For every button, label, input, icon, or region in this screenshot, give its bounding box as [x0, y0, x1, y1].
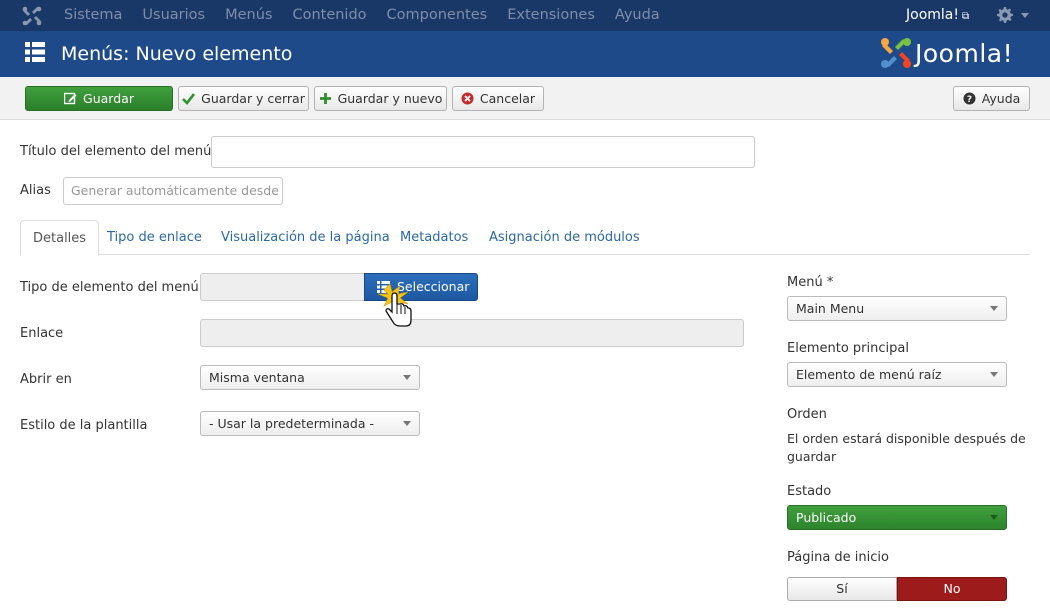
tab-metadatos[interactable]: Metadatos: [400, 220, 468, 256]
menu-item-menus[interactable]: Menús: [215, 0, 282, 31]
parent-item-label: Elemento principal: [787, 341, 909, 356]
menu-select[interactable]: Main Menu: [787, 296, 1007, 321]
menu-item-sistema[interactable]: Sistema: [54, 0, 132, 31]
menu-item-contenido[interactable]: Contenido: [282, 0, 376, 31]
tab-bar: Detalles Tipo de enlace Visualización de…: [20, 220, 1030, 256]
alias-label: Alias: [20, 183, 51, 198]
parent-item-select[interactable]: Elemento de menú raíz: [787, 362, 1007, 387]
page-title: Menús: Nuevo elemento: [61, 43, 293, 65]
order-note: El orden estará disponible después de gu…: [787, 431, 1026, 464]
menu-item-type-label: Tipo de elemento del menú *: [20, 280, 210, 295]
home-no-button[interactable]: No: [897, 577, 1007, 601]
alias-input[interactable]: Generar automáticamente desde el título: [63, 177, 283, 205]
open-in-label: Abrir en: [20, 372, 72, 387]
save-button[interactable]: Guardar: [25, 86, 173, 111]
top-menu: Sistema Usuarios Menús Contenido Compone…: [54, 0, 670, 31]
cancel-button[interactable]: Cancelar: [452, 86, 544, 111]
menu-item-type-field: [200, 273, 365, 301]
parent-item-value: Elemento de menú raíz: [796, 367, 942, 382]
svg-text:?: ?: [967, 95, 972, 105]
cancel-label: Cancelar: [479, 91, 536, 106]
question-icon: ?: [963, 92, 976, 105]
home-page-label: Página de inicio: [787, 550, 889, 565]
chevron-down-icon[interactable]: [1021, 13, 1029, 18]
help-label: Ayuda: [981, 91, 1021, 106]
cancel-icon: [461, 92, 474, 105]
tab-visualizacion[interactable]: Visualización de la página: [221, 220, 390, 256]
site-link-label: Joomla!: [906, 7, 959, 23]
template-style-label: Estilo de la plantilla: [20, 418, 148, 433]
external-link-icon: ⧉: [961, 11, 970, 22]
chevron-down-icon: [990, 515, 998, 520]
save-new-button[interactable]: Guardar y nuevo: [314, 86, 447, 111]
hand-cursor-icon: [377, 283, 412, 327]
home-yes-button[interactable]: Sí: [787, 577, 897, 601]
chevron-down-icon: [990, 306, 998, 311]
toolbar: Guardar Guardar y cerrar Guardar y nuevo…: [0, 77, 1050, 120]
status-label: Estado: [787, 484, 832, 499]
open-in-select[interactable]: Misma ventana: [200, 365, 420, 390]
save-close-button[interactable]: Guardar y cerrar: [178, 86, 309, 111]
chevron-down-icon: [990, 372, 998, 377]
site-link[interactable]: Joomla! ⧉: [906, 0, 969, 32]
joomla-brand: Joomla!: [880, 35, 1013, 71]
status-select[interactable]: Publicado: [787, 505, 1007, 530]
chevron-down-icon: [403, 375, 411, 380]
tab-asignacion-modulos[interactable]: Asignación de módulos: [489, 220, 640, 256]
tab-detalles[interactable]: Detalles: [20, 220, 100, 256]
menu-item-componentes[interactable]: Componentes: [377, 0, 498, 31]
help-button[interactable]: ? Ayuda: [953, 86, 1030, 111]
menu-value: Main Menu: [796, 301, 865, 316]
order-label: Orden: [787, 407, 827, 422]
menu-item-ayuda[interactable]: Ayuda: [605, 0, 670, 31]
title-label: Título del elemento del menú *: [20, 144, 223, 159]
plus-icon: [319, 93, 331, 104]
joomla-wordmark: Joomla!: [915, 38, 1014, 68]
gear-icon[interactable]: [997, 7, 1013, 23]
open-in-value: Misma ventana: [209, 370, 305, 385]
menu-label: Menú *: [787, 275, 834, 290]
check-icon: [182, 93, 196, 105]
menu-item-usuarios[interactable]: Usuarios: [132, 0, 215, 31]
list-icon: [25, 42, 45, 62]
save-close-label: Guardar y cerrar: [201, 91, 305, 106]
save-new-label: Guardar y nuevo: [337, 91, 443, 106]
template-style-select[interactable]: - Usar la predeterminada -: [200, 411, 420, 436]
link-label: Enlace: [20, 326, 64, 341]
menu-item-extensiones[interactable]: Extensiones: [497, 0, 605, 31]
edit-icon: [64, 92, 77, 105]
joomla-logo-icon[interactable]: [22, 6, 42, 26]
tab-tipo-de-enlace[interactable]: Tipo de enlace: [107, 220, 202, 256]
template-style-value: - Usar la predeterminada -: [209, 416, 374, 431]
save-label: Guardar: [83, 91, 134, 106]
chevron-down-icon: [403, 421, 411, 426]
page-header: Menús: Nuevo elemento Joomla!: [0, 31, 1050, 77]
joomla-logo-icon: [881, 38, 911, 68]
top-navbar: Sistema Usuarios Menús Contenido Compone…: [0, 0, 1050, 31]
title-input[interactable]: [211, 136, 755, 168]
status-value: Publicado: [796, 510, 857, 525]
link-field: [200, 319, 744, 347]
